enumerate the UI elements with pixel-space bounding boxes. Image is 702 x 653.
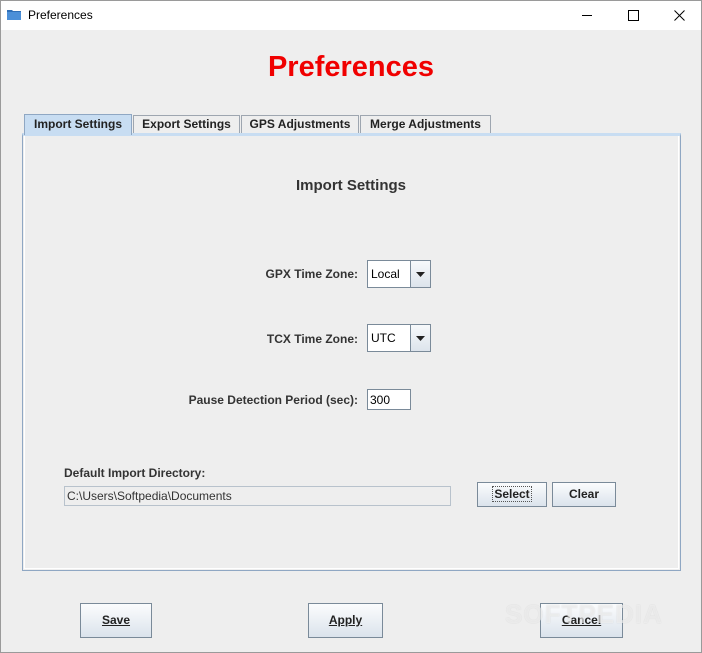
tcx-time-zone-value: UTC xyxy=(371,331,396,345)
page-title: Preferences xyxy=(267,51,435,83)
gpx-time-zone-value: Local xyxy=(371,267,400,281)
close-button[interactable] xyxy=(656,1,701,30)
section-title: Import Settings xyxy=(295,177,406,194)
chevron-down-icon xyxy=(416,335,425,341)
tcx-time-zone-label: TCX Time Zone: xyxy=(266,332,358,346)
minimize-icon xyxy=(581,15,592,16)
default-import-directory-label: Default Import Directory: xyxy=(64,466,206,480)
folder-icon xyxy=(7,10,21,20)
select-button[interactable]: Select xyxy=(477,482,547,507)
dropdown-arrow[interactable] xyxy=(410,261,430,287)
tab-gps-adjustments[interactable]: GPS Adjustments xyxy=(241,115,359,134)
close-icon xyxy=(673,10,685,21)
tcx-time-zone-dropdown[interactable]: UTC xyxy=(367,324,431,352)
clear-button[interactable]: Clear xyxy=(552,482,616,507)
minimize-button[interactable] xyxy=(564,1,610,30)
cancel-button[interactable]: Cancel xyxy=(540,603,623,638)
apply-button[interactable]: Apply xyxy=(308,603,383,638)
default-import-directory-field[interactable] xyxy=(64,486,451,506)
tab-import-settings[interactable]: Import Settings xyxy=(24,114,132,135)
gpx-time-zone-dropdown[interactable]: Local xyxy=(367,260,431,288)
maximize-button[interactable] xyxy=(610,1,656,30)
preferences-window: Preferences Preferences Import Settings … xyxy=(0,0,702,653)
tab-export-settings[interactable]: Export Settings xyxy=(133,115,240,134)
dropdown-arrow[interactable] xyxy=(410,325,430,351)
window-title: Preferences xyxy=(28,8,93,22)
maximize-icon xyxy=(627,10,639,21)
gpx-time-zone-label: GPX Time Zone: xyxy=(265,267,358,281)
save-button[interactable]: Save xyxy=(80,603,152,638)
select-button-label: Select xyxy=(492,486,532,502)
chevron-down-icon xyxy=(416,271,425,277)
pause-detection-label: Pause Detection Period (sec): xyxy=(188,393,358,407)
pause-detection-input[interactable] xyxy=(367,389,411,410)
title-bar[interactable]: Preferences xyxy=(1,1,701,30)
tab-merge-adjustments[interactable]: Merge Adjustments xyxy=(360,115,491,134)
